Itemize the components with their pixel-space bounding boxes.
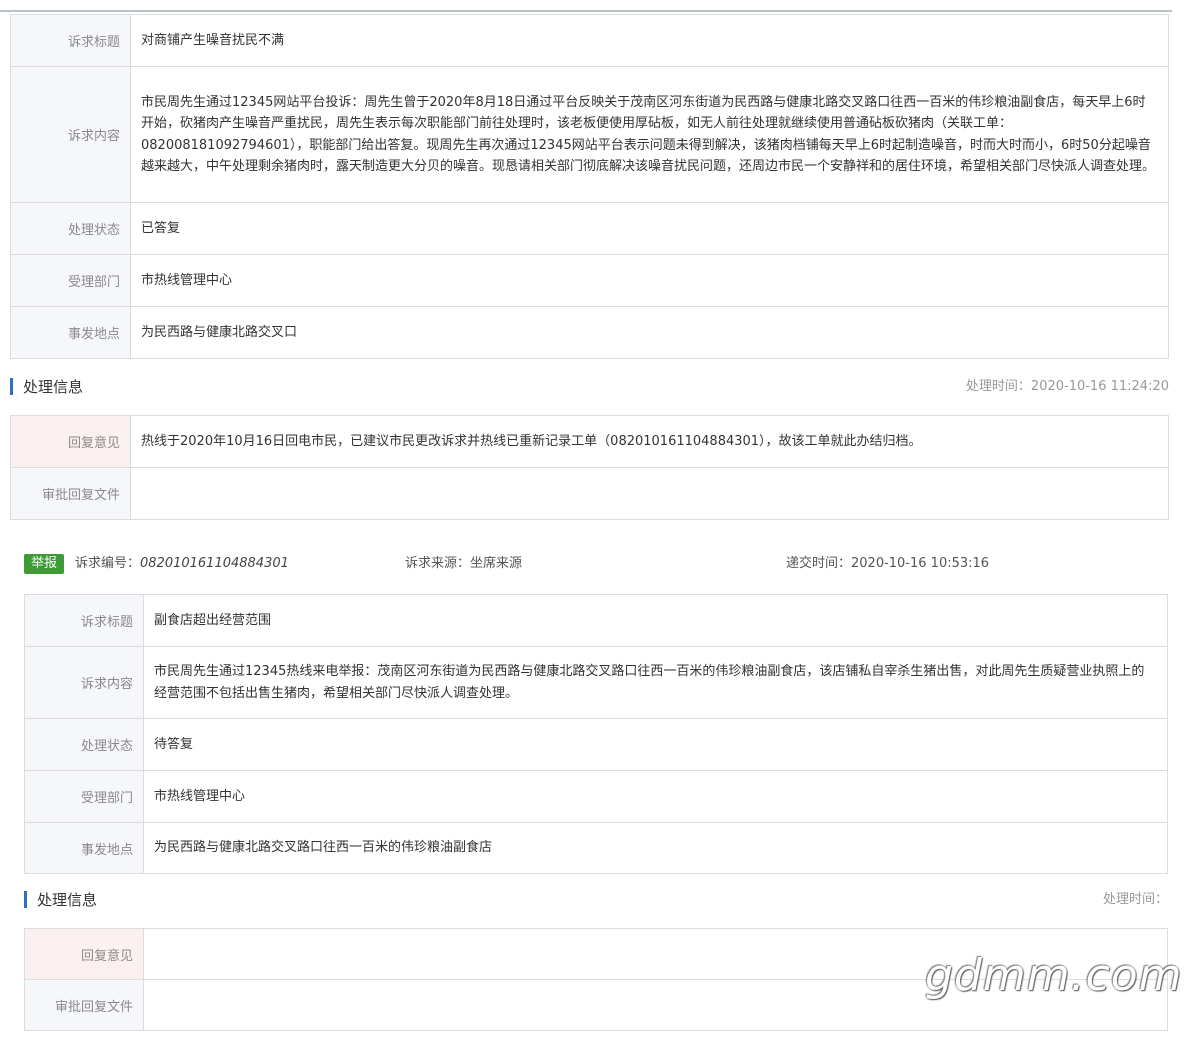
processing1-reply-value: 热线于2020年10月16日回电市民，已建议市民更改诉求并热线已重新记录工单（0…: [130, 415, 1169, 468]
case2-number-label: 诉求编号：: [75, 556, 141, 571]
case1-location-row: 事发地点 为民西路与健康北路交叉口: [10, 306, 1169, 359]
case2-meta-row: 举报 诉求编号：082010161104884301 诉求来源：坐席来源 递交时…: [24, 552, 1168, 576]
processing2-header: 处理信息 处理时间：: [24, 889, 1168, 911]
processing1-reply-row: 回复意见 热线于2020年10月16日回电市民，已建议市民更改诉求并热线已重新记…: [10, 415, 1169, 468]
case2-number: 诉求编号：082010161104884301: [75, 552, 289, 576]
case1-location-label: 事发地点: [10, 306, 131, 359]
case2-content-label: 诉求内容: [24, 646, 144, 719]
case1-status-row: 处理状态 已答复: [10, 202, 1169, 255]
case2-content-row: 诉求内容 市民周先生通过12345热线来电举报：茂南区河东街道为民西路与健康北路…: [24, 646, 1168, 719]
case2-status-value: 待答复: [143, 718, 1168, 771]
processing2-heading: 处理信息: [37, 891, 98, 909]
report-badge: 举报: [24, 554, 64, 574]
case2-dept-label: 受理部门: [24, 770, 144, 823]
case1-title-row: 诉求标题 对商铺产生噪音扰民不满: [10, 14, 1169, 67]
section-accent-bar: [24, 891, 27, 908]
case1-status-value: 已答复: [130, 202, 1169, 255]
case2-title-value: 副食店超出经营范围: [143, 594, 1168, 647]
processing1-heading: 处理信息: [23, 378, 84, 396]
processing1-files-row: 审批回复文件: [10, 467, 1169, 520]
section-accent-bar: [10, 378, 13, 395]
site-watermark: gdmm.com: [925, 950, 1183, 1001]
processing1-files-label: 审批回复文件: [10, 467, 131, 520]
case1-title-value: 对商铺产生噪音扰民不满: [130, 14, 1169, 67]
case2-dept-value: 市热线管理中心: [143, 770, 1168, 823]
processing1-table: 回复意见 热线于2020年10月16日回电市民，已建议市民更改诉求并热线已重新记…: [10, 415, 1169, 520]
case1-dept-label: 受理部门: [10, 254, 131, 307]
processing1-time: 处理时间：2020-10-16 11:24:20: [965, 379, 1169, 394]
case1-content-row: 诉求内容 市民周先生通过12345网站平台投诉：周先生曾于2020年8月18日通…: [10, 66, 1169, 203]
case2-content-value: 市民周先生通过12345热线来电举报：茂南区河东街道为民西路与健康北路交叉路口往…: [143, 646, 1168, 719]
case2-status-label: 处理状态: [24, 718, 144, 771]
processing2-reply-label: 回复意见: [24, 928, 144, 980]
case2-submit-time: 递交时间：2020-10-16 10:53:16: [786, 556, 990, 571]
processing2-time: 处理时间：: [1102, 892, 1168, 907]
case1-dept-row: 受理部门 市热线管理中心: [10, 254, 1169, 307]
case2-number-value: 082010161104884301: [140, 556, 289, 571]
case1-dept-value: 市热线管理中心: [130, 254, 1169, 307]
processing2-files-label: 审批回复文件: [24, 979, 144, 1031]
processing1-files-value: [130, 467, 1169, 520]
case2-dept-row: 受理部门 市热线管理中心: [24, 770, 1168, 823]
case2-detail-table: 诉求标题 副食店超出经营范围 诉求内容 市民周先生通过12345热线来电举报：茂…: [24, 594, 1168, 874]
case2-location-row: 事发地点 为民西路与健康北路交叉路口往西一百米的伟珍粮油副食店: [24, 822, 1168, 874]
processing1-reply-label: 回复意见: [10, 415, 131, 468]
case2-location-label: 事发地点: [24, 822, 144, 874]
case1-detail-table: 诉求标题 对商铺产生噪音扰民不满 诉求内容 市民周先生通过12345网站平台投诉…: [10, 14, 1169, 359]
case2-status-row: 处理状态 待答复: [24, 718, 1168, 771]
top-divider: [0, 10, 1172, 12]
case2-location-value: 为民西路与健康北路交叉路口往西一百米的伟珍粮油副食店: [143, 822, 1168, 874]
case2-title-row: 诉求标题 副食店超出经营范围: [24, 594, 1168, 647]
case1-content-label: 诉求内容: [10, 66, 131, 203]
case1-location-value: 为民西路与健康北路交叉口: [130, 306, 1169, 359]
case2-title-label: 诉求标题: [24, 594, 144, 647]
case1-status-label: 处理状态: [10, 202, 131, 255]
processing1-header: 处理信息 处理时间：2020-10-16 11:24:20: [10, 376, 1169, 398]
case1-title-label: 诉求标题: [10, 14, 131, 67]
case2-source: 诉求来源：坐席来源: [405, 556, 523, 571]
case1-content-value: 市民周先生通过12345网站平台投诉：周先生曾于2020年8月18日通过平台反映…: [130, 66, 1169, 203]
